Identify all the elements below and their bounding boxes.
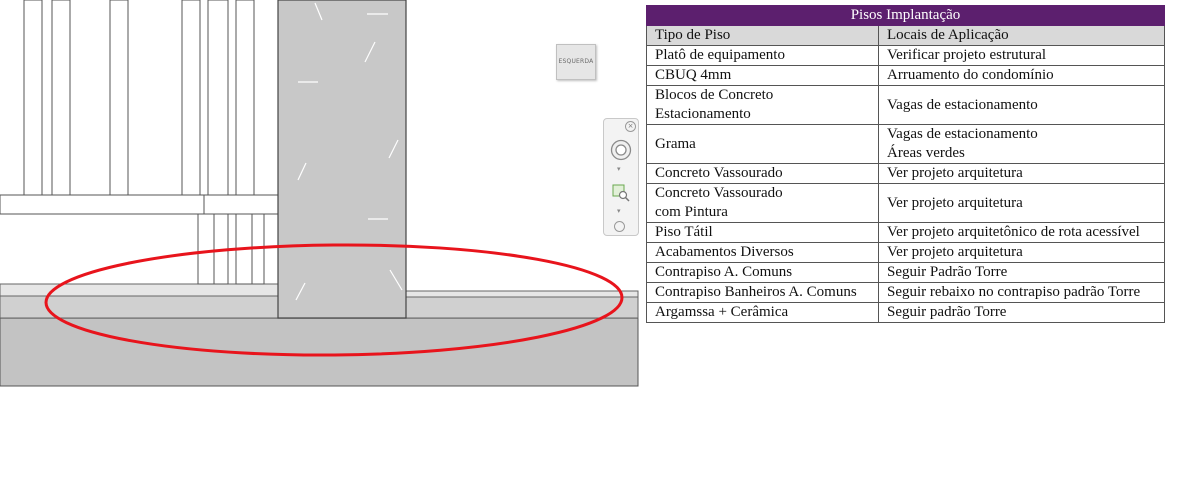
cell-tipo-de-piso: Contrapiso Banheiros A. Comuns bbox=[646, 282, 879, 303]
table-body: Platô de equipamento Verificar projeto es… bbox=[646, 45, 1165, 323]
cell-locais-de-aplicacao: Vagas de estacionamento bbox=[878, 85, 1165, 125]
cell-locais-de-aplicacao: Seguir rebaixo no contrapiso padrão Torr… bbox=[878, 282, 1165, 303]
table-row: CBUQ 4mm Arruamento do condomínio bbox=[646, 65, 1165, 86]
floor-finish-base-right bbox=[405, 296, 639, 319]
chevron-down-icon[interactable]: ▾ bbox=[617, 207, 621, 215]
table-row: Platô de equipamento Verificar projeto es… bbox=[646, 45, 1165, 66]
cell-tipo-de-piso: Blocos de Concreto Estacionamento bbox=[646, 85, 879, 125]
cell-text: Ver projeto arquitetura bbox=[887, 194, 1023, 211]
cell-tipo-de-piso: Concreto Vassourado com Pintura bbox=[646, 183, 879, 223]
section-drawing bbox=[0, 0, 639, 387]
floor-finish-base-left bbox=[0, 295, 279, 319]
floor-finish-left bbox=[0, 283, 279, 297]
cell-locais-de-aplicacao: Arruamento do condomínio bbox=[878, 65, 1165, 86]
cell-text: Grama bbox=[655, 135, 696, 152]
cell-locais-de-aplicacao: Seguir padrão Torre bbox=[878, 302, 1165, 323]
column-header-locais: Locais de Aplicação bbox=[878, 25, 1165, 46]
ground-slab bbox=[0, 317, 639, 387]
table-row: Blocos de Concreto Estacionamento Vagas de… bbox=[646, 85, 1165, 125]
cell-text: Vagas de estacionamento bbox=[887, 126, 1038, 142]
cell-text: Áreas verdes bbox=[887, 145, 965, 161]
horizontal-rail bbox=[0, 194, 279, 215]
cell-text: CBUQ 4mm bbox=[655, 67, 732, 83]
cell-text: Concreto Vassourado bbox=[655, 165, 783, 181]
cell-locais-de-aplicacao: Vagas de estacionamento Áreas verdes bbox=[878, 124, 1165, 164]
cell-text: Contrapiso A. Comuns bbox=[655, 264, 793, 280]
table-title: Pisos Implantação bbox=[646, 5, 1165, 26]
cell-text: Arruamento do condomínio bbox=[887, 67, 1054, 83]
cell-text: Seguir padrão Torre bbox=[887, 304, 1007, 320]
cell-text: Platô de equipamento bbox=[655, 47, 785, 63]
zoom-region-icon[interactable] bbox=[612, 184, 630, 202]
table-row: Concreto Vassourado com Pintura Ver projet… bbox=[646, 183, 1165, 223]
cell-tipo-de-piso: Concreto Vassourado bbox=[646, 163, 879, 184]
table-row: Contrapiso A. Comuns Seguir Padrão Torre bbox=[646, 262, 1165, 283]
concrete-column bbox=[277, 0, 407, 319]
cell-text: Ver projeto arquitetura bbox=[887, 244, 1023, 260]
viewcube[interactable]: ESQUERDA bbox=[556, 44, 596, 80]
table-row: Argamssa + Cerâmica Seguir padrão Torre bbox=[646, 302, 1165, 323]
floor-schedule: Pisos Implantação Tipo de Piso Locais de… bbox=[646, 5, 1165, 323]
cell-text: Argamssa + Cerâmica bbox=[655, 304, 789, 320]
drawing-viewport[interactable]: ESQUERDA × ▾ ▾ bbox=[0, 0, 640, 490]
cell-locais-de-aplicacao: Ver projeto arquitetura bbox=[878, 163, 1165, 184]
table-row: Acabamentos Diversos Ver projeto arquitet… bbox=[646, 242, 1165, 263]
cell-text: Concreto Vassourado bbox=[655, 185, 783, 201]
cell-tipo-de-piso: Argamssa + Cerâmica bbox=[646, 302, 879, 323]
settings-icon[interactable] bbox=[614, 221, 625, 232]
cell-text: Seguir rebaixo no contrapiso padrão Torr… bbox=[887, 284, 1141, 300]
cell-text: com Pintura bbox=[655, 204, 728, 220]
cell-text: Blocos de Concreto bbox=[655, 87, 774, 103]
cell-text: Contrapiso Banheiros A. Comuns bbox=[655, 284, 857, 300]
chevron-down-icon[interactable]: ▾ bbox=[617, 165, 621, 173]
cell-text: Estacionamento bbox=[655, 106, 751, 122]
cell-text: Vagas de estacionamento bbox=[887, 96, 1038, 113]
close-icon[interactable]: × bbox=[625, 121, 636, 132]
cell-tipo-de-piso: Acabamentos Diversos bbox=[646, 242, 879, 263]
table-row: Grama Vagas de estacionamento Áreas verdes bbox=[646, 124, 1165, 164]
floor-finish-right bbox=[405, 290, 639, 298]
cell-text: Verificar projeto estrutural bbox=[887, 47, 1047, 63]
cell-tipo-de-piso: Grama bbox=[646, 124, 879, 164]
cell-text: Ver projeto arquitetura bbox=[887, 165, 1023, 181]
cell-tipo-de-piso: Platô de equipamento bbox=[646, 45, 879, 66]
cell-locais-de-aplicacao: Ver projeto arquitetura bbox=[878, 183, 1165, 223]
viewcube-face-label[interactable]: ESQUERDA bbox=[557, 58, 595, 65]
cell-text: Ver projeto arquitetônico de rota acessí… bbox=[887, 224, 1140, 240]
table-row: Concreto Vassourado Ver projeto arquitetu… bbox=[646, 163, 1165, 184]
cell-text: Acabamentos Diversos bbox=[655, 244, 794, 260]
floor-schedule-table: Pisos Implantação Tipo de Piso Locais de… bbox=[646, 5, 1165, 323]
cell-text: Seguir Padrão Torre bbox=[887, 264, 1008, 280]
cell-tipo-de-piso: Piso Tátil bbox=[646, 222, 879, 243]
table-row: Piso Tátil Ver projeto arquitetônico de r… bbox=[646, 222, 1165, 243]
cell-tipo-de-piso: CBUQ 4mm bbox=[646, 65, 879, 86]
cell-tipo-de-piso: Contrapiso A. Comuns bbox=[646, 262, 879, 283]
railing-upper bbox=[23, 0, 255, 196]
cell-locais-de-aplicacao: Seguir Padrão Torre bbox=[878, 262, 1165, 283]
cell-locais-de-aplicacao: Ver projeto arquitetura bbox=[878, 242, 1165, 263]
navigation-bar: × ▾ ▾ bbox=[603, 118, 639, 236]
cell-locais-de-aplicacao: Verificar projeto estrutural bbox=[878, 45, 1165, 66]
steering-wheel-icon[interactable] bbox=[610, 139, 632, 161]
cell-text: Piso Tátil bbox=[655, 224, 713, 240]
cell-locais-de-aplicacao: Ver projeto arquitetônico de rota acessí… bbox=[878, 222, 1165, 243]
table-row: Contrapiso Banheiros A. Comuns Seguir reb… bbox=[646, 282, 1165, 303]
column-header-tipo: Tipo de Piso bbox=[646, 25, 879, 46]
